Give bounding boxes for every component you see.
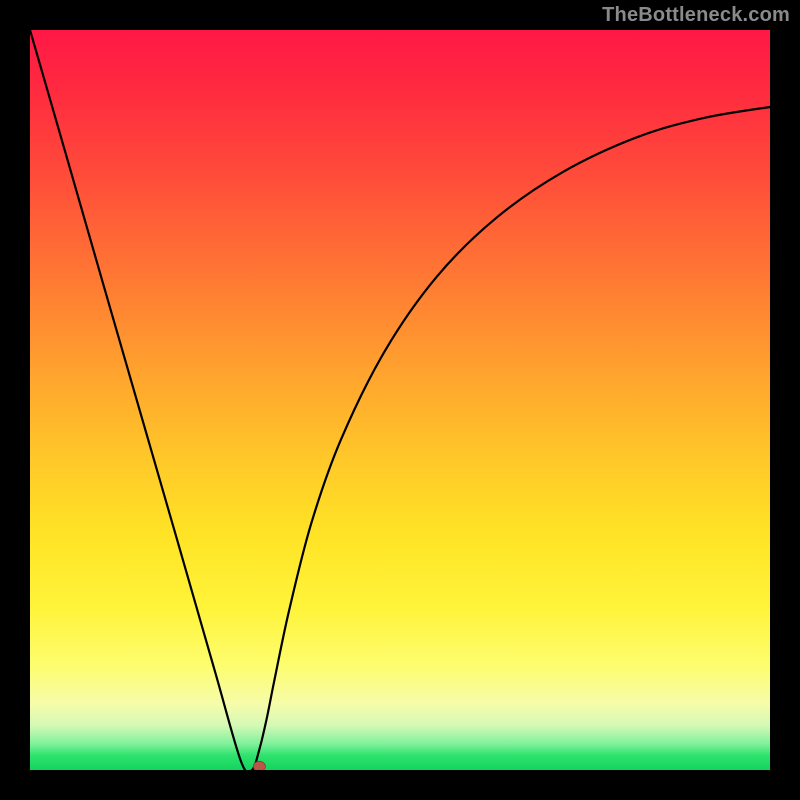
bottleneck-curve bbox=[30, 30, 770, 770]
optimal-point-marker bbox=[253, 761, 265, 770]
watermark-text: TheBottleneck.com bbox=[602, 4, 790, 27]
curve-svg bbox=[30, 30, 770, 770]
plot-area bbox=[30, 30, 770, 770]
chart-frame: TheBottleneck.com bbox=[0, 0, 800, 800]
